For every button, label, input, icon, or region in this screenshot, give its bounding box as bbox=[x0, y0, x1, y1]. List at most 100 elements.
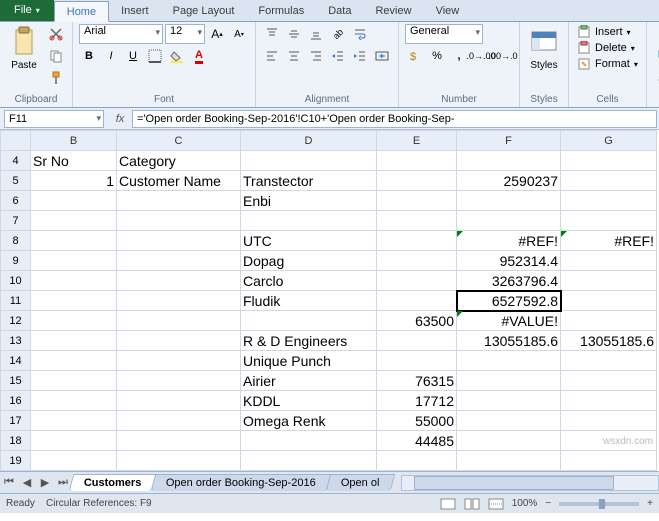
ribbon-tab-page-layout[interactable]: Page Layout bbox=[161, 1, 247, 21]
decrease-font-button[interactable]: A▾ bbox=[229, 24, 249, 44]
cell-C14[interactable] bbox=[117, 351, 241, 371]
cell-B15[interactable] bbox=[31, 371, 117, 391]
row-header-7[interactable]: 7 bbox=[1, 211, 31, 231]
row-header-16[interactable]: 16 bbox=[1, 391, 31, 411]
cell-E13[interactable] bbox=[377, 331, 457, 351]
cell-C9[interactable] bbox=[117, 251, 241, 271]
cell-G7[interactable] bbox=[561, 211, 657, 231]
cell-E14[interactable] bbox=[377, 351, 457, 371]
cell-G19[interactable] bbox=[561, 451, 657, 471]
cell-F6[interactable] bbox=[457, 191, 561, 211]
formula-input[interactable]: ='Open order Booking-Sep-2016'!C10+'Open… bbox=[132, 110, 657, 128]
font-size-select[interactable]: 12 bbox=[165, 24, 205, 44]
percent-button[interactable]: % bbox=[427, 46, 447, 66]
cell-E16[interactable]: 17712 bbox=[377, 391, 457, 411]
cell-B16[interactable] bbox=[31, 391, 117, 411]
cell-F19[interactable] bbox=[457, 451, 561, 471]
cell-B5[interactable]: 1 bbox=[31, 171, 117, 191]
align-center-button[interactable] bbox=[284, 46, 304, 66]
font-color-button[interactable]: A bbox=[189, 46, 209, 66]
worksheet-grid[interactable]: BCDEFG4Sr NoCategory51Customer NameTrans… bbox=[0, 130, 659, 471]
cell-C15[interactable] bbox=[117, 371, 241, 391]
wrap-text-button[interactable] bbox=[350, 24, 370, 44]
zoom-in-button[interactable]: + bbox=[647, 498, 653, 509]
number-format-select[interactable]: General bbox=[405, 24, 483, 44]
cell-C11[interactable] bbox=[117, 291, 241, 311]
cell-G8[interactable]: #REF! bbox=[561, 231, 657, 251]
increase-indent-button[interactable] bbox=[350, 46, 370, 66]
cell-E12[interactable]: 63500 bbox=[377, 311, 457, 331]
name-box[interactable]: F11 bbox=[4, 110, 104, 128]
decrease-indent-button[interactable] bbox=[328, 46, 348, 66]
column-header-B[interactable]: B bbox=[31, 131, 117, 151]
cell-D11[interactable]: Fludik bbox=[241, 291, 377, 311]
cell-E8[interactable] bbox=[377, 231, 457, 251]
format-painter-button[interactable] bbox=[46, 68, 66, 88]
cell-B19[interactable] bbox=[31, 451, 117, 471]
cell-F7[interactable] bbox=[457, 211, 561, 231]
ribbon-tab-formulas[interactable]: Formulas bbox=[246, 1, 316, 21]
row-header-11[interactable]: 11 bbox=[1, 291, 31, 311]
cell-F9[interactable]: 952314.4 bbox=[457, 251, 561, 271]
zoom-slider[interactable] bbox=[559, 502, 639, 506]
cell-C7[interactable] bbox=[117, 211, 241, 231]
cell-D18[interactable] bbox=[241, 431, 377, 451]
column-header-E[interactable]: E bbox=[377, 131, 457, 151]
ribbon-tab-insert[interactable]: Insert bbox=[109, 1, 161, 21]
clear-button[interactable] bbox=[653, 68, 659, 88]
column-header-G[interactable]: G bbox=[561, 131, 657, 151]
cell-D5[interactable]: Transtector bbox=[241, 171, 377, 191]
cell-C18[interactable] bbox=[117, 431, 241, 451]
sheet-tab-1[interactable]: Open order Booking-Sep-2016 bbox=[151, 474, 331, 491]
cell-G11[interactable] bbox=[561, 291, 657, 311]
align-bottom-button[interactable] bbox=[306, 24, 326, 44]
cell-B7[interactable] bbox=[31, 211, 117, 231]
cell-B9[interactable] bbox=[31, 251, 117, 271]
ribbon-tab-data[interactable]: Data bbox=[316, 1, 363, 21]
delete-cells-button[interactable]: Delete▾ bbox=[575, 40, 640, 56]
cell-G6[interactable] bbox=[561, 191, 657, 211]
view-normal-button[interactable] bbox=[440, 498, 456, 510]
autosum-button[interactable]: Σ bbox=[653, 24, 659, 44]
cell-D14[interactable]: Unique Punch bbox=[241, 351, 377, 371]
align-top-button[interactable] bbox=[262, 24, 282, 44]
row-header-9[interactable]: 9 bbox=[1, 251, 31, 271]
cell-B12[interactable] bbox=[31, 311, 117, 331]
cell-F14[interactable] bbox=[457, 351, 561, 371]
row-header-6[interactable]: 6 bbox=[1, 191, 31, 211]
align-left-button[interactable] bbox=[262, 46, 282, 66]
cell-G14[interactable] bbox=[561, 351, 657, 371]
fill-color-button[interactable] bbox=[167, 46, 187, 66]
cell-D17[interactable]: Omega Renk bbox=[241, 411, 377, 431]
align-right-button[interactable] bbox=[306, 46, 326, 66]
ribbon-tab-review[interactable]: Review bbox=[363, 1, 423, 21]
cell-D10[interactable]: Carclo bbox=[241, 271, 377, 291]
cell-D9[interactable]: Dopag bbox=[241, 251, 377, 271]
cell-E11[interactable] bbox=[377, 291, 457, 311]
cell-F4[interactable] bbox=[457, 151, 561, 171]
cell-F12[interactable]: #VALUE! bbox=[457, 311, 561, 331]
cell-B4[interactable]: Sr No bbox=[31, 151, 117, 171]
column-header-D[interactable]: D bbox=[241, 131, 377, 151]
increase-font-button[interactable]: A▴ bbox=[207, 24, 227, 44]
cut-button[interactable] bbox=[46, 24, 66, 44]
merge-button[interactable] bbox=[372, 46, 392, 66]
cell-B10[interactable] bbox=[31, 271, 117, 291]
sheet-nav-first[interactable]: ⏮ bbox=[0, 476, 18, 489]
cell-E10[interactable] bbox=[377, 271, 457, 291]
cell-E5[interactable] bbox=[377, 171, 457, 191]
row-header-10[interactable]: 10 bbox=[1, 271, 31, 291]
cell-B8[interactable] bbox=[31, 231, 117, 251]
cell-E9[interactable] bbox=[377, 251, 457, 271]
cell-G5[interactable] bbox=[561, 171, 657, 191]
cell-F18[interactable] bbox=[457, 431, 561, 451]
cell-G9[interactable] bbox=[561, 251, 657, 271]
cell-B13[interactable] bbox=[31, 331, 117, 351]
orientation-button[interactable]: ab bbox=[328, 24, 348, 44]
cell-D15[interactable]: Airier bbox=[241, 371, 377, 391]
cell-C19[interactable] bbox=[117, 451, 241, 471]
cell-G15[interactable] bbox=[561, 371, 657, 391]
cell-F17[interactable] bbox=[457, 411, 561, 431]
font-name-select[interactable]: Arial bbox=[79, 24, 163, 44]
cell-C5[interactable]: Customer Name bbox=[117, 171, 241, 191]
